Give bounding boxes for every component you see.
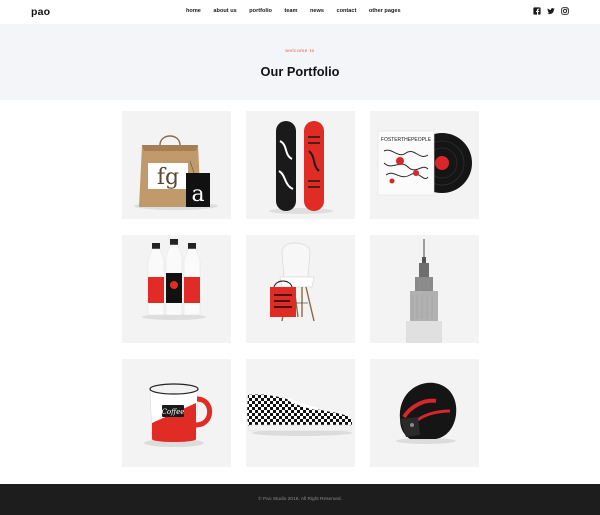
album-title-text: FOSTERTHEPEOPLE — [381, 137, 432, 143]
site-logo[interactable]: pao — [31, 6, 50, 18]
enamel-mug-mockup-image: Coffee — [144, 383, 213, 447]
vinyl-record-mockup-image: FOSTERTHEPEOPLE — [377, 130, 472, 196]
nav-item-home[interactable]: home — [186, 8, 201, 14]
nav-item-portfolio[interactable]: portfolio — [249, 8, 272, 14]
nav-item-team[interactable]: team — [284, 8, 297, 14]
main-nav: home about us portfolio team news contac… — [186, 8, 413, 14]
nav-item-about-us[interactable]: about us — [213, 8, 236, 14]
portfolio-item-chair[interactable] — [246, 235, 355, 343]
portfolio-item-skateboards[interactable] — [246, 111, 355, 219]
portfolio-item-skyscraper[interactable] — [370, 235, 479, 343]
portfolio-item-mug[interactable]: Coffee — [122, 359, 231, 467]
instagram-icon[interactable] — [561, 7, 569, 15]
skateboard-mockup-image — [269, 121, 333, 214]
mug-label-text: Coffee — [162, 408, 185, 416]
motorcycle-helmet-image — [396, 382, 457, 444]
site-header: pao home about us portfolio team news co… — [0, 0, 600, 24]
portfolio-item-paper-bag[interactable]: fg a — [122, 111, 231, 219]
skyscraper-image — [406, 239, 442, 343]
page-title: Our Portfolio — [260, 64, 340, 79]
portfolio-item-helmet[interactable] — [370, 359, 479, 467]
hero-kicker: welcome to — [285, 49, 315, 54]
bag-label-text: fg — [157, 165, 179, 190]
paper-bag-mockup-image: fg a — [134, 135, 218, 210]
social-links — [527, 7, 569, 15]
nav-item-other-pages[interactable]: other pages — [369, 8, 401, 14]
portfolio-item-vinyl-record[interactable]: FOSTERTHEPEOPLE — [370, 111, 479, 219]
nav-item-news[interactable]: news — [310, 8, 324, 14]
nav-item-contact[interactable]: contact — [336, 8, 356, 14]
facebook-icon[interactable] — [533, 7, 541, 15]
portfolio-item-shoe[interactable] — [246, 359, 355, 467]
twitter-icon[interactable] — [547, 7, 555, 15]
checkered-shoe-image — [247, 394, 353, 436]
copyright-text: © Pao Studio 2018, All Right Reserved. — [258, 497, 342, 502]
milk-bottles-mockup-image — [142, 239, 206, 320]
tag-label-text: a — [191, 182, 204, 207]
chair-and-bag-image — [270, 242, 315, 322]
portfolio-grid: fg a FOSTERTHEPEOPLE Coffee — [122, 111, 479, 467]
portfolio-item-milk-bottles[interactable] — [122, 235, 231, 343]
page-hero: welcome to Our Portfolio — [0, 24, 600, 100]
site-footer: © Pao Studio 2018, All Right Reserved. — [0, 484, 600, 515]
